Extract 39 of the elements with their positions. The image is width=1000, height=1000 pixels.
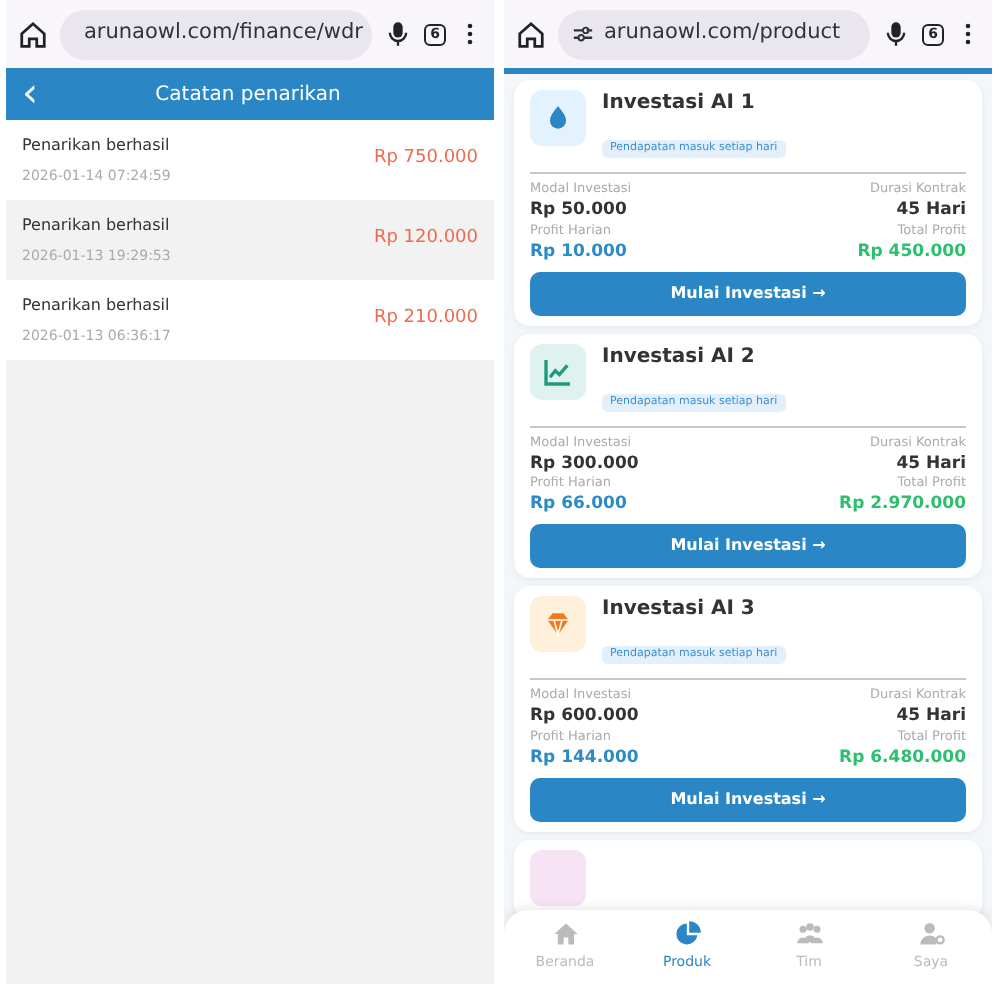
- capital-value: Rp 300.000: [530, 453, 639, 475]
- back-button[interactable]: ‹: [22, 71, 38, 111]
- invest-button[interactable]: Mulai Investasi →: [530, 777, 966, 821]
- url-field[interactable]: arunaowl.com/finance/wdr: [60, 9, 372, 59]
- amount-text: Rp 120.000: [373, 226, 478, 253]
- home-icon: [551, 920, 579, 949]
- microphone-icon[interactable]: [882, 20, 910, 48]
- invest-button[interactable]: Mulai Investasi →: [530, 271, 966, 315]
- site-settings-icon: [572, 23, 594, 45]
- home-icon[interactable]: [516, 19, 546, 49]
- product-title: Investasi AI 1: [602, 92, 757, 116]
- daily-profit-value: Rp 66.000: [530, 494, 627, 516]
- line-chart-icon: [542, 355, 574, 387]
- duration-value: 45 Hari: [896, 453, 966, 475]
- pie-chart-icon: [673, 920, 701, 949]
- daily-profit-value: Rp 10.000: [530, 241, 627, 263]
- status-text: Penarikan berhasil: [22, 133, 171, 158]
- amount-text: Rp 750.000: [373, 146, 478, 173]
- amount-text: Rp 210.000: [373, 306, 478, 333]
- duration-value: 45 Hari: [896, 706, 966, 728]
- team-icon: [795, 920, 823, 949]
- status-text: Penarikan berhasil: [22, 213, 171, 238]
- daily-profit-value: Rp 144.000: [530, 747, 639, 769]
- user-icon: [917, 920, 945, 949]
- total-profit-value: Rp 450.000: [857, 241, 966, 263]
- gem-icon: [542, 608, 574, 640]
- url-field[interactable]: arunaowl.com/product: [558, 9, 870, 59]
- microphone-icon[interactable]: [384, 20, 412, 48]
- duration-value: 45 Hari: [896, 200, 966, 222]
- page-title: Catatan penarikan: [153, 81, 343, 109]
- product-title: Investasi AI 3: [602, 598, 757, 622]
- capital-value: Rp 50.000: [530, 200, 627, 222]
- invest-button[interactable]: Mulai Investasi →: [530, 524, 966, 568]
- total-profit-value: Rp 2.970.000: [839, 494, 966, 516]
- product-title: Investasi AI 2: [602, 345, 757, 369]
- home-icon[interactable]: [18, 19, 48, 49]
- capital-value: Rp 600.000: [530, 706, 639, 728]
- total-profit-value: Rp 6.480.000: [839, 747, 966, 769]
- status-text: Penarikan berhasil: [22, 293, 171, 318]
